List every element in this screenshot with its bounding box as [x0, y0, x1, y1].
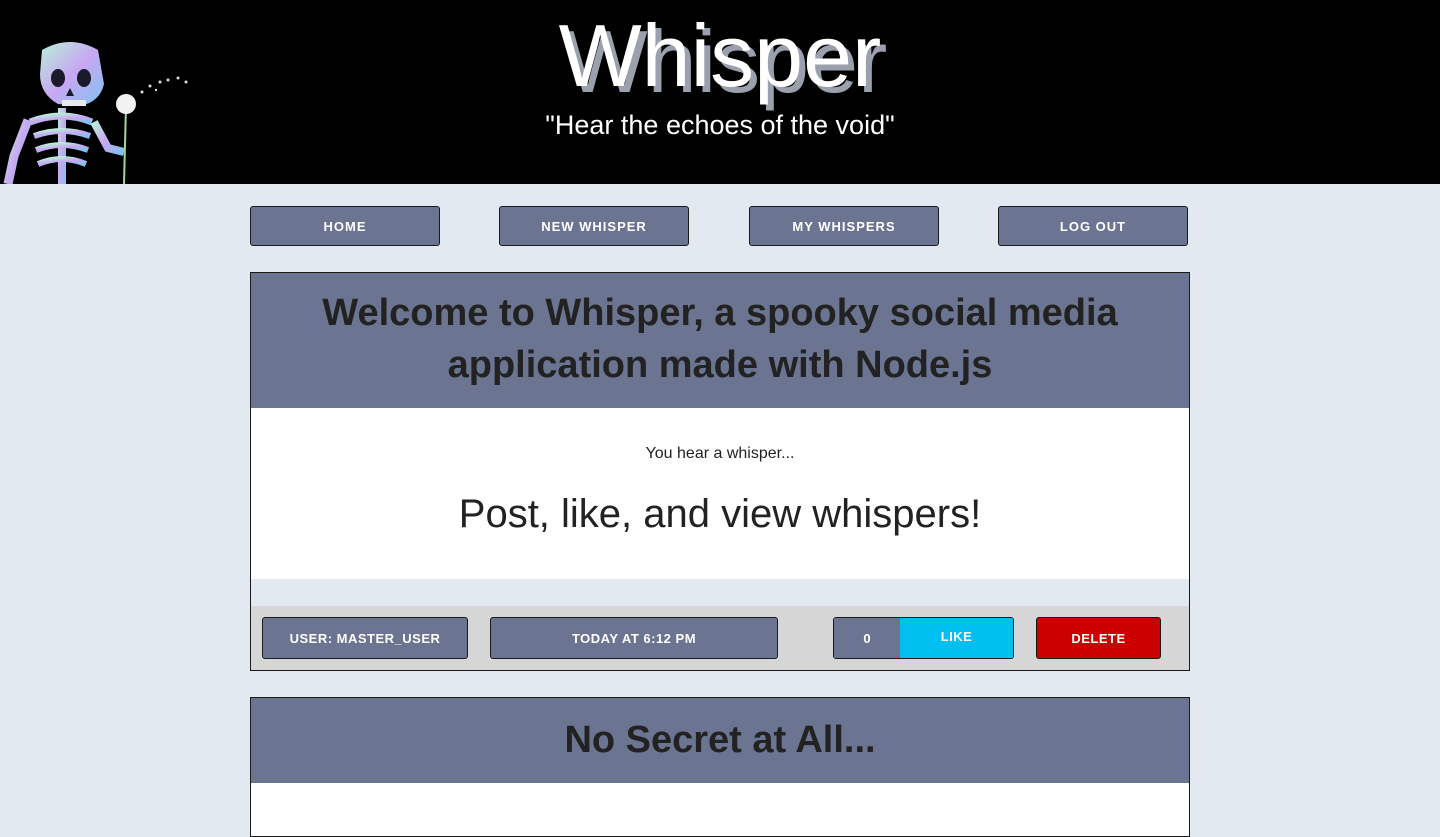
nav-my-whispers-button[interactable]: MY WHISPERS: [749, 206, 939, 246]
like-count: 0: [834, 618, 900, 658]
whisper-body: [251, 783, 1189, 836]
site-header: Whisper "Hear the echoes of the void": [0, 0, 1440, 184]
nav-new-whisper-button[interactable]: NEW WHISPER: [499, 206, 689, 246]
whisper-body: You hear a whisper... Post, like, and vi…: [251, 408, 1189, 579]
like-control: 0 LIKE: [833, 617, 1014, 659]
whisper-title: Welcome to Whisper, a spooky social medi…: [251, 273, 1189, 408]
like-button[interactable]: LIKE: [900, 618, 1013, 658]
site-title: Whisper: [558, 6, 882, 105]
nav-log-out-button[interactable]: LOG OUT: [998, 206, 1188, 246]
whisper-title: No Secret at All...: [251, 698, 1189, 783]
site-tagline: "Hear the echoes of the void": [545, 110, 895, 140]
delete-button[interactable]: DELETE: [1036, 617, 1161, 659]
whisper-card: No Secret at All...: [250, 697, 1190, 837]
nav-home-button[interactable]: HOME: [250, 206, 440, 246]
whisper-text: Post, like, and view whispers!: [458, 492, 982, 536]
whisper-subtitle: You hear a whisper...: [645, 445, 795, 462]
timestamp-badge: TODAY AT 6:12 PM: [490, 617, 778, 659]
whisper-footer: USER: MASTER_USER TODAY AT 6:12 PM 0 LIK…: [251, 606, 1189, 670]
user-badge[interactable]: USER: MASTER_USER: [262, 617, 468, 659]
card-spacer: [251, 579, 1189, 606]
whisper-card: Welcome to Whisper, a spooky social medi…: [250, 272, 1190, 671]
